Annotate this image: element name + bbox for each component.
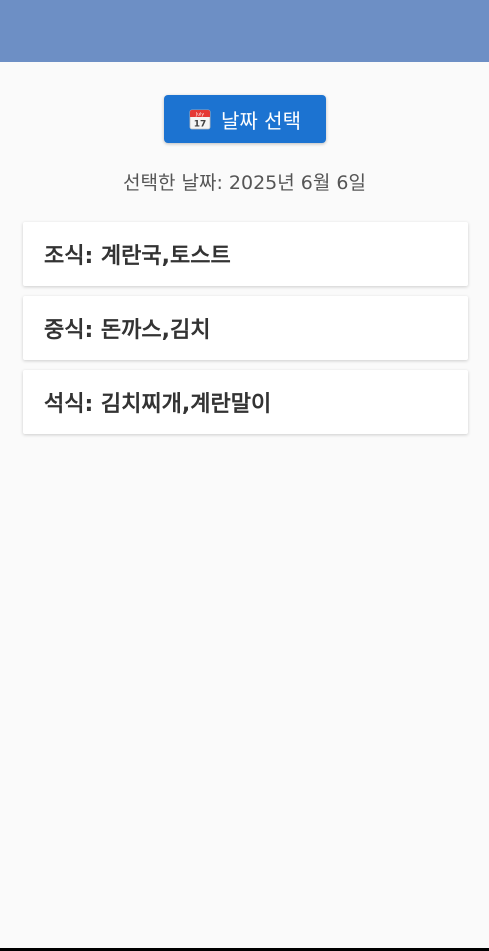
selected-date-text: 선택한 날짜: 2025년 6월 6일 <box>123 172 366 194</box>
meal-text-dinner: 석식: 김치찌개,계란말이 <box>44 392 272 417</box>
calendar-icon-day: 17 <box>194 120 207 130</box>
calendar-icon-month: July <box>195 111 204 117</box>
meal-card-dinner: 석식: 김치찌개,계란말이 <box>23 370 468 434</box>
date-select-button[interactable]: July 17 날짜 선택 <box>164 95 326 143</box>
calendar-icon: July 17 <box>189 109 211 130</box>
date-select-button-label: 날짜 선택 <box>221 108 301 133</box>
meal-text-lunch: 중식: 돈까스,김치 <box>44 318 211 343</box>
meal-card-breakfast: 조식: 계란국,토스트 <box>23 222 468 286</box>
meal-text-breakfast: 조식: 계란국,토스트 <box>44 244 231 269</box>
meal-card-lunch: 중식: 돈까스,김치 <box>23 296 468 360</box>
app-bar <box>0 0 489 62</box>
